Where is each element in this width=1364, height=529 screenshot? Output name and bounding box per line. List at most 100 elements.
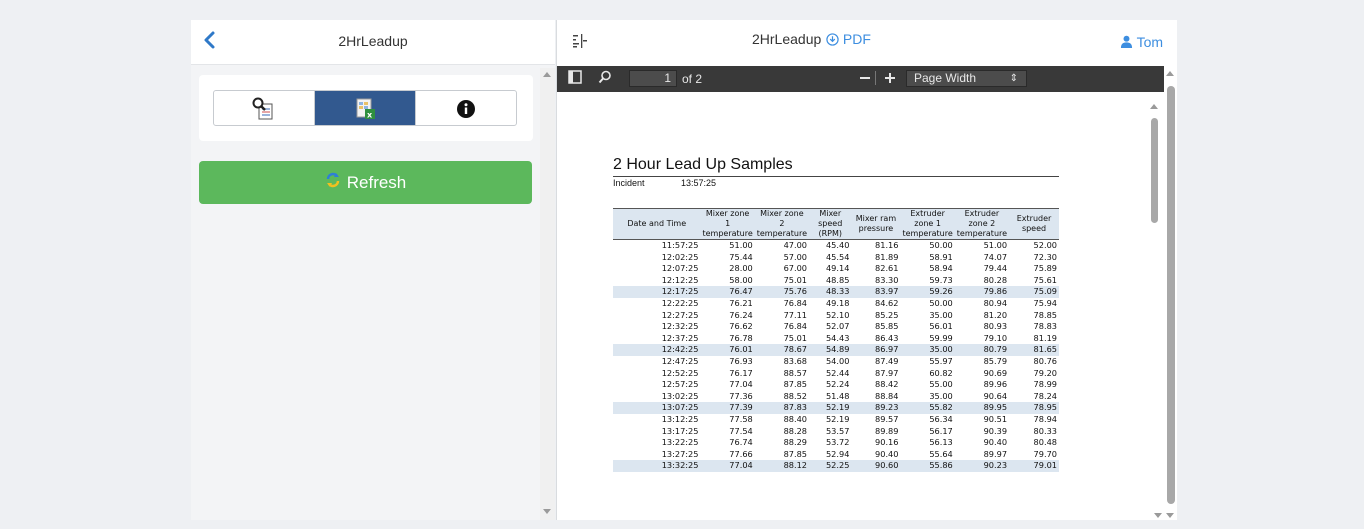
row-value-cell: 79.70 <box>1033 448 1057 459</box>
row-value-cell: 90.51 <box>983 413 1008 424</box>
row-value-cell: 88.84 <box>875 390 899 401</box>
svg-text:x: x <box>367 111 373 120</box>
scroll-down-arrow-icon[interactable] <box>543 509 551 514</box>
tab-search-report[interactable] <box>214 91 315 125</box>
left-scrollbar[interactable] <box>540 68 555 520</box>
row-value-cell: 76.62 <box>729 321 753 332</box>
row-value-cell: 57.00 <box>783 251 808 262</box>
table-row: 13:02:25 77.36 88.52 51.48 88.84 35.00 90.64 78… <box>613 391 1059 403</box>
scroll-thumb[interactable] <box>1167 86 1175 504</box>
tab-excel-report[interactable]: x <box>315 91 416 125</box>
zoom-in-icon[interactable] <box>884 71 896 88</box>
row-time-cell: 12:57:25 <box>661 379 699 390</box>
row-value-cell: 88.42 <box>875 379 899 390</box>
row-time-cell: 13:32:25 <box>613 460 701 472</box>
row-value-cell: 67.00 <box>783 263 808 274</box>
row-value-cell: 83.30 <box>875 274 899 285</box>
view-tabs: x <box>213 90 517 126</box>
scroll-up-arrow-icon[interactable] <box>543 72 551 77</box>
table-row: 13:17:25 77.54 88.28 53.57 89.89 56.17 90.39 80… <box>613 426 1059 438</box>
pdf-download-link[interactable]: PDF <box>826 31 871 47</box>
viewer-scrollbar[interactable] <box>1154 66 1177 520</box>
user-menu[interactable]: Tom <box>1120 34 1163 50</box>
row-value-cell: 89.23 <box>851 402 901 414</box>
row-value-cell: 28.00 <box>729 263 753 274</box>
row-value-cell: 76.78 <box>729 332 753 343</box>
row-value-cell: 54.43 <box>825 332 850 343</box>
row-value-cell: 45.40 <box>825 240 850 250</box>
row-value-cell: 78.85 <box>1033 309 1057 320</box>
row-value-cell: 52.94 <box>825 448 850 459</box>
search-icon[interactable] <box>598 70 612 87</box>
row-time-cell: 13:12:25 <box>661 413 699 424</box>
row-value-cell: 81.65 <box>1009 344 1059 356</box>
row-value-cell: 59.26 <box>900 286 955 298</box>
scroll-up-arrow-icon[interactable] <box>1150 104 1158 109</box>
row-value-cell: 58.00 <box>729 274 753 285</box>
column-header: Mixer speed (RPM) <box>809 208 852 240</box>
table-row: 11:57:25 51.00 47.00 45.40 81.16 50.00 51.00 52… <box>613 240 1059 252</box>
row-value-cell: 75.76 <box>754 286 810 298</box>
row-value-cell: 77.58 <box>729 413 753 424</box>
row-value-cell: 76.84 <box>783 321 808 332</box>
scroll-up-arrow-icon[interactable] <box>1166 71 1174 76</box>
row-value-cell: 78.99 <box>1033 379 1057 390</box>
left-panel: 2HrLeadup x Refresh <box>191 20 555 520</box>
row-value-cell: 77.66 <box>729 448 753 459</box>
row-value-cell: 76.17 <box>729 367 753 378</box>
row-time-cell: 12:27:25 <box>661 309 699 320</box>
right-header: 2HrLeadup PDF Tom <box>557 20 1177 66</box>
row-time-cell: 12:17:25 <box>613 286 701 298</box>
pdf-inner-scrollbar[interactable] <box>1149 104 1159 520</box>
row-value-cell: 48.85 <box>825 274 850 285</box>
row-value-cell: 77.36 <box>729 390 753 401</box>
excel-report-icon: x <box>354 97 378 125</box>
outline-toggle-icon[interactable] <box>572 34 588 51</box>
scroll-down-arrow-icon[interactable] <box>1154 513 1162 518</box>
row-time-cell: 12:52:25 <box>661 367 699 378</box>
row-value-cell: 87.49 <box>875 355 899 366</box>
row-value-cell: 52.25 <box>809 460 852 472</box>
row-value-cell: 80.76 <box>1033 355 1057 366</box>
user-name: Tom <box>1136 34 1164 50</box>
row-value-cell: 52.00 <box>1033 240 1057 250</box>
row-value-cell: 55.64 <box>929 448 953 459</box>
table-header-row: Date and Time Mixer zone 1 temperature Mix… <box>613 208 1059 240</box>
row-value-cell: 88.12 <box>754 460 810 472</box>
tab-info[interactable] <box>416 91 516 125</box>
row-value-cell: 87.83 <box>754 402 810 414</box>
refresh-label: Refresh <box>346 172 407 192</box>
page-number-input[interactable]: 1 <box>629 70 677 87</box>
table-row: 13:07:25 77.39 87.83 52.19 89.23 55.82 89.95 78… <box>613 402 1059 414</box>
row-value-cell: 52.07 <box>825 321 850 332</box>
row-value-cell: 55.00 <box>929 379 953 390</box>
zoom-select[interactable]: Page Width ⇕ <box>906 70 1027 87</box>
row-value-cell: 85.25 <box>875 309 899 320</box>
row-time-cell: 12:32:25 <box>661 321 699 332</box>
scroll-down-arrow-icon[interactable] <box>1166 513 1174 518</box>
row-value-cell: 53.57 <box>825 425 850 436</box>
row-value-cell: 86.97 <box>851 344 901 356</box>
row-value-cell: 55.86 <box>900 460 955 472</box>
row-value-cell: 35.00 <box>929 390 953 401</box>
row-value-cell: 75.44 <box>729 251 753 262</box>
row-value-cell: 76.47 <box>700 286 755 298</box>
row-value-cell: 52.19 <box>825 413 850 424</box>
row-value-cell: 52.19 <box>809 402 852 414</box>
table-row: 12:02:25 75.44 57.00 45.54 81.89 58.91 74.07 72… <box>613 252 1059 264</box>
table-body: 11:57:25 51.00 47.00 45.40 81.16 50.00 51.00 52… <box>613 240 1059 472</box>
row-value-cell: 89.96 <box>983 379 1008 390</box>
scroll-thumb[interactable] <box>1151 118 1158 223</box>
document-title: 2 Hour Lead Up Samples <box>613 156 793 173</box>
row-value-cell: 77.11 <box>783 309 808 320</box>
refresh-button[interactable]: Refresh <box>199 161 532 204</box>
row-value-cell: 80.79 <box>954 344 1010 356</box>
column-header: Mixer zone 2 temperature <box>754 208 810 240</box>
row-value-cell: 80.93 <box>983 321 1008 332</box>
pdf-label: PDF <box>842 31 871 47</box>
sidebar-toggle-icon[interactable] <box>568 70 582 87</box>
row-value-cell: 50.00 <box>929 297 953 308</box>
pdf-viewport[interactable]: 2 Hour Lead Up Samples Incident 13:57:25… <box>557 92 1164 520</box>
zoom-out-icon[interactable] <box>859 71 871 88</box>
row-value-cell: 74.07 <box>983 251 1008 262</box>
